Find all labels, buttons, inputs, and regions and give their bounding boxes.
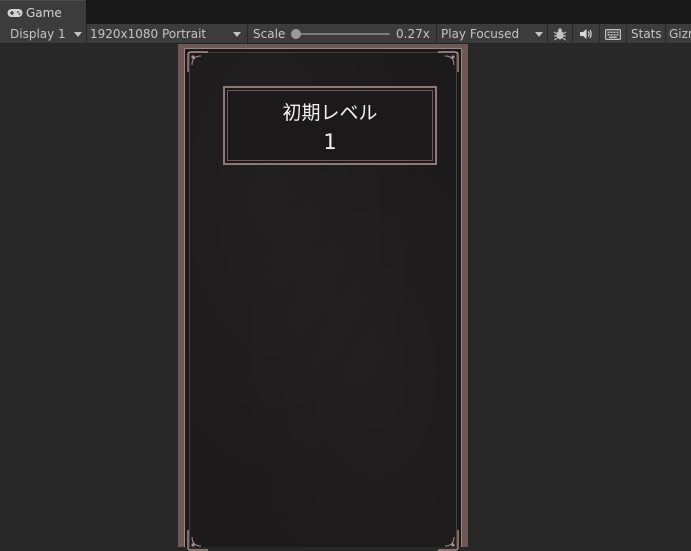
separator	[572, 24, 573, 44]
level-title: 初期レベル	[282, 102, 378, 124]
level-value: 1	[323, 130, 337, 154]
tab-label: Game	[26, 5, 62, 20]
separator	[86, 24, 87, 44]
ornament-corner-icon	[438, 51, 459, 72]
display-chevron-down-icon	[74, 32, 82, 37]
separator	[247, 24, 248, 44]
separator	[547, 24, 548, 44]
audio-toggle-button[interactable]	[574, 24, 598, 44]
device-frame: 初期レベル 1	[178, 44, 468, 551]
ornament-corner-icon	[438, 530, 459, 551]
play-mode-chevron-down-icon	[535, 32, 543, 37]
game-toolbar: Display 1 1920x1080 Portrait Scale 0.27x…	[0, 24, 691, 44]
stats-label: Stats	[631, 27, 662, 41]
tab-game[interactable]: Game	[0, 0, 86, 24]
scale-value: 0.27x	[396, 27, 430, 41]
speaker-icon	[580, 29, 592, 39]
gizmos-label: Gizmos	[669, 27, 691, 41]
tab-bar: Game	[0, 0, 691, 24]
play-mode-label: Play Focused	[441, 27, 520, 41]
scale-slider-track[interactable]	[292, 33, 390, 35]
keyboard-shortcuts-button[interactable]	[601, 24, 625, 44]
resolution-label: 1920x1080 Portrait	[90, 27, 207, 41]
separator	[665, 24, 666, 44]
keyboard-icon	[605, 28, 621, 40]
display-dropdown[interactable]: Display 1	[10, 24, 66, 44]
level-panel: 初期レベル 1	[223, 86, 437, 165]
play-mode-dropdown[interactable]: Play Focused	[441, 24, 519, 44]
game-screen: 初期レベル 1	[184, 48, 462, 551]
bug-icon	[553, 28, 567, 41]
separator	[436, 24, 437, 44]
ornament-corner-icon	[187, 51, 208, 72]
debug-button[interactable]	[549, 24, 571, 44]
game-viewport[interactable]: 初期レベル 1	[0, 44, 691, 551]
display-label: Display 1	[10, 27, 66, 41]
resolution-dropdown[interactable]: 1920x1080 Portrait	[90, 24, 206, 44]
gizmos-button[interactable]: Gizmos	[669, 24, 691, 44]
gamepad-icon	[7, 8, 23, 17]
stats-button[interactable]: Stats	[631, 24, 662, 44]
ornament-corner-icon	[187, 530, 208, 551]
separator	[599, 24, 600, 44]
separator	[626, 24, 627, 44]
resolution-chevron-down-icon	[233, 32, 241, 37]
scale-slider-handle[interactable]	[291, 29, 301, 39]
scale-label: Scale	[253, 27, 286, 41]
